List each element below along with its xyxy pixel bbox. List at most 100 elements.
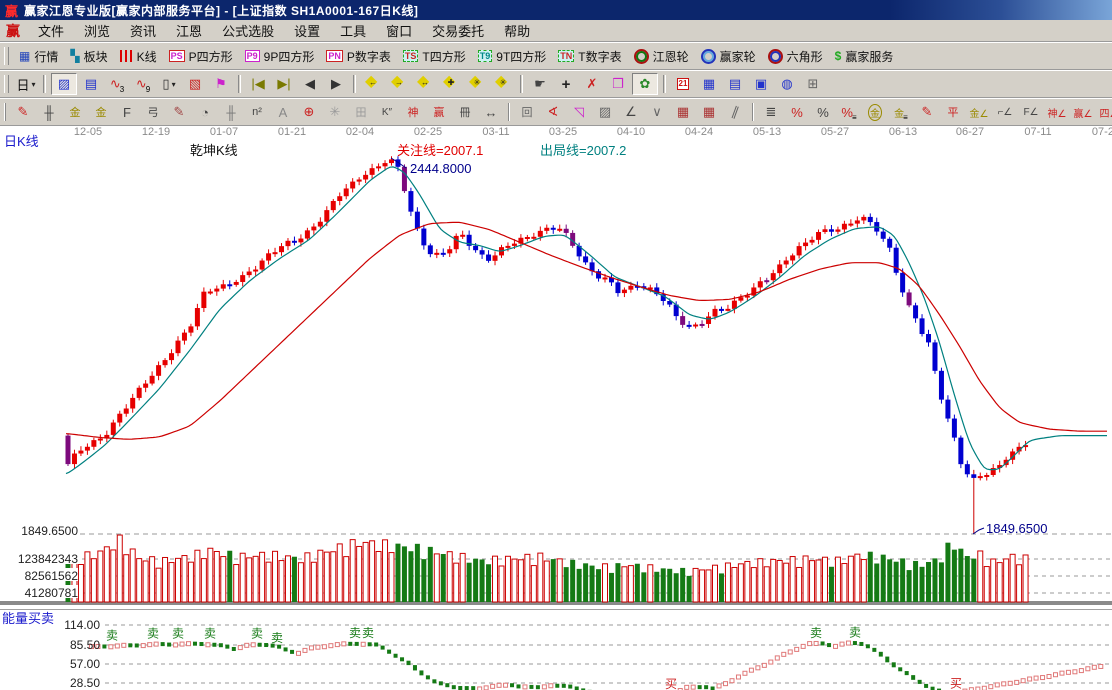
zigzag-line-tool[interactable]: ∨ bbox=[645, 102, 669, 122]
wave-mean-tool[interactable]: 平 bbox=[941, 102, 965, 122]
f-angle-tool[interactable]: F∠ bbox=[1019, 102, 1043, 122]
gold-circle-tool[interactable]: 金 bbox=[863, 102, 887, 122]
ying-angle-tool[interactable]: 赢∠ bbox=[1071, 102, 1095, 122]
next-page-button[interactable]: ▶ bbox=[324, 74, 348, 94]
winner-service-button[interactable]: $赢家服务 bbox=[829, 45, 900, 67]
t-square-button[interactable]: TST四方形 bbox=[397, 45, 472, 67]
t-digit-button[interactable]: TNT数字表 bbox=[552, 45, 627, 67]
menu-item-2[interactable]: 资讯 bbox=[120, 21, 166, 40]
circle-ruler-tool[interactable]: ◔ bbox=[193, 102, 217, 122]
n-squared-tool[interactable]: n² bbox=[245, 102, 269, 122]
region-map-icon[interactable]: ▨ bbox=[51, 73, 77, 95]
gold-angle-tool[interactable]: 金∠ bbox=[967, 102, 991, 122]
period-day-dropdown[interactable]: 日▾ bbox=[14, 74, 38, 94]
toolbar-grip[interactable] bbox=[4, 103, 6, 121]
grid-red-a-tool[interactable]: ▦ bbox=[671, 102, 695, 122]
fan-box-tool[interactable]: ◹ bbox=[567, 102, 591, 122]
crosshair-button[interactable]: + bbox=[554, 74, 578, 94]
menu-item-3[interactable]: 江恩 bbox=[166, 21, 212, 40]
menu-item-4[interactable]: 公式选股 bbox=[212, 21, 284, 40]
percent-line-tool[interactable]: % bbox=[785, 102, 809, 122]
diamond-star-button[interactable]: ◆✳ bbox=[465, 74, 489, 94]
grid-red-b-tool[interactable]: ▦ bbox=[697, 102, 721, 122]
save-remote-button[interactable]: ◍ bbox=[775, 74, 799, 94]
quotes-button[interactable]: ▦行情 bbox=[13, 45, 64, 67]
chart-area[interactable]: 卖卖卖卖卖卖卖卖卖卖买买12-0512-1901-0701-2102-0402-… bbox=[0, 126, 1112, 690]
candle-style-dropdown[interactable]: ▯▾ bbox=[157, 74, 181, 94]
save-button[interactable]: ▣ bbox=[749, 74, 773, 94]
percent-plain-tool[interactable]: % bbox=[811, 102, 835, 122]
select-box-tool[interactable]: 回 bbox=[515, 102, 539, 122]
export-button[interactable]: ⊞ bbox=[801, 74, 825, 94]
ladder-tool[interactable]: ╫ bbox=[37, 102, 61, 122]
menu-item-9[interactable]: 帮助 bbox=[494, 21, 540, 40]
diamond-cross-button[interactable]: ◆✚ bbox=[439, 74, 463, 94]
shen-tool[interactable]: 神 bbox=[401, 102, 425, 122]
ying-tool[interactable]: 赢 bbox=[427, 102, 451, 122]
draw-flag-icon[interactable]: ⚑ bbox=[209, 74, 233, 94]
menu-item-0[interactable]: 文件 bbox=[28, 21, 74, 40]
last-page-button[interactable]: ▶| bbox=[272, 74, 296, 94]
pattern-red-icon[interactable]: ▧ bbox=[183, 74, 207, 94]
notepad-button[interactable]: ▤ bbox=[723, 74, 747, 94]
kline-chart[interactable]: 卖卖卖卖卖卖卖卖卖卖买买12-0512-1901-0701-2102-0402-… bbox=[0, 126, 1112, 690]
diamond-right-button[interactable]: ◆→ bbox=[387, 74, 411, 94]
hexagon-button[interactable]: 六角形 bbox=[762, 45, 829, 67]
star-burst-tool[interactable]: ✳ bbox=[323, 102, 347, 122]
winner-wheel-button[interactable]: 赢家轮 bbox=[695, 45, 762, 67]
abacus-tool[interactable]: 冊 bbox=[453, 102, 477, 122]
wave-count-3-icon[interactable]: ∿3 bbox=[105, 74, 129, 94]
f-ladder-tool[interactable]: F bbox=[115, 102, 139, 122]
menu-item-7[interactable]: 窗口 bbox=[376, 21, 422, 40]
span-arrows-tool[interactable]: ↔ bbox=[479, 102, 503, 122]
parallel-lines-tool[interactable]: ∥ bbox=[723, 102, 747, 122]
p-square-button[interactable]: PSP四方形 bbox=[163, 45, 239, 67]
toolbar-grip[interactable] bbox=[4, 47, 9, 65]
first-page-button[interactable]: |◀ bbox=[246, 74, 270, 94]
percent-levels-tool[interactable]: %≡ bbox=[837, 102, 861, 122]
pan-hand-button[interactable]: ☛ bbox=[528, 74, 552, 94]
scale-ladder-tool[interactable]: ╫ bbox=[219, 102, 243, 122]
indicator-bar-up bbox=[309, 646, 313, 650]
gold-levels-tool[interactable]: 金≡ bbox=[889, 102, 913, 122]
wave-count-9-icon[interactable]: ∿9 bbox=[131, 74, 155, 94]
ink-pen-tool[interactable]: ✎ bbox=[915, 102, 939, 122]
j-angle-tool[interactable]: ⌐∠ bbox=[993, 102, 1017, 122]
gann-fan-tool[interactable]: ∢ bbox=[541, 102, 565, 122]
erase-line-button[interactable]: ✗ bbox=[580, 74, 604, 94]
sectors-button[interactable]: ▚板块 bbox=[64, 45, 113, 67]
gann-wheel-button[interactable]: 江恩轮 bbox=[628, 45, 695, 67]
shen-angle-tool[interactable]: 神∠ bbox=[1045, 102, 1069, 122]
bow-tool[interactable]: 弓 bbox=[141, 102, 165, 122]
grid-box-tool[interactable]: 田 bbox=[349, 102, 373, 122]
si-angle-tool[interactable]: 四∠ bbox=[1097, 102, 1112, 122]
gold-ladder-up-tool[interactable]: 金 bbox=[63, 102, 87, 122]
smart-analysis-button[interactable]: ✿ bbox=[632, 73, 658, 95]
diamond-left-button[interactable]: ◆← bbox=[361, 74, 385, 94]
ninet-square-button[interactable]: T99T四方形 bbox=[472, 45, 553, 67]
toolbar-grip[interactable] bbox=[4, 75, 9, 93]
diamond-spokes-button[interactable]: ◆✳ bbox=[491, 74, 515, 94]
ninep-square-button[interactable]: P99P四方形 bbox=[239, 45, 321, 67]
calendar-21-button[interactable]: 21 bbox=[671, 74, 695, 94]
calculator-button[interactable]: ▦ bbox=[697, 74, 721, 94]
ray-box-tool[interactable]: ▨ bbox=[593, 102, 617, 122]
circle-cross-tool[interactable]: ⊕ bbox=[297, 102, 321, 122]
marker-pen-tool[interactable]: ✎ bbox=[167, 102, 191, 122]
pattern-edit-button[interactable]: ❒ bbox=[606, 74, 630, 94]
pen-tool[interactable]: ✎ bbox=[11, 102, 35, 122]
measure-bars-tool[interactable]: ≣ bbox=[759, 102, 783, 122]
info-panel-icon[interactable]: ▤ bbox=[79, 74, 103, 94]
menu-item-1[interactable]: 浏览 bbox=[74, 21, 120, 40]
prev-page-button[interactable]: ◀ bbox=[298, 74, 322, 94]
p-digit-button[interactable]: PNP数字表 bbox=[320, 45, 397, 67]
mirror-a-tool[interactable]: A bbox=[271, 102, 295, 122]
menu-item-6[interactable]: 工具 bbox=[330, 21, 376, 40]
kline-button[interactable]: K线 bbox=[114, 45, 163, 67]
gold-ladder-down-tool[interactable]: 金 bbox=[89, 102, 113, 122]
diamond-hspan-button[interactable]: ◆↔ bbox=[413, 74, 437, 94]
menu-item-8[interactable]: 交易委托 bbox=[422, 21, 494, 40]
angle-line-tool[interactable]: ∠ bbox=[619, 102, 643, 122]
menu-item-5[interactable]: 设置 bbox=[284, 21, 330, 40]
k-wave-tool[interactable]: K″ bbox=[375, 102, 399, 122]
